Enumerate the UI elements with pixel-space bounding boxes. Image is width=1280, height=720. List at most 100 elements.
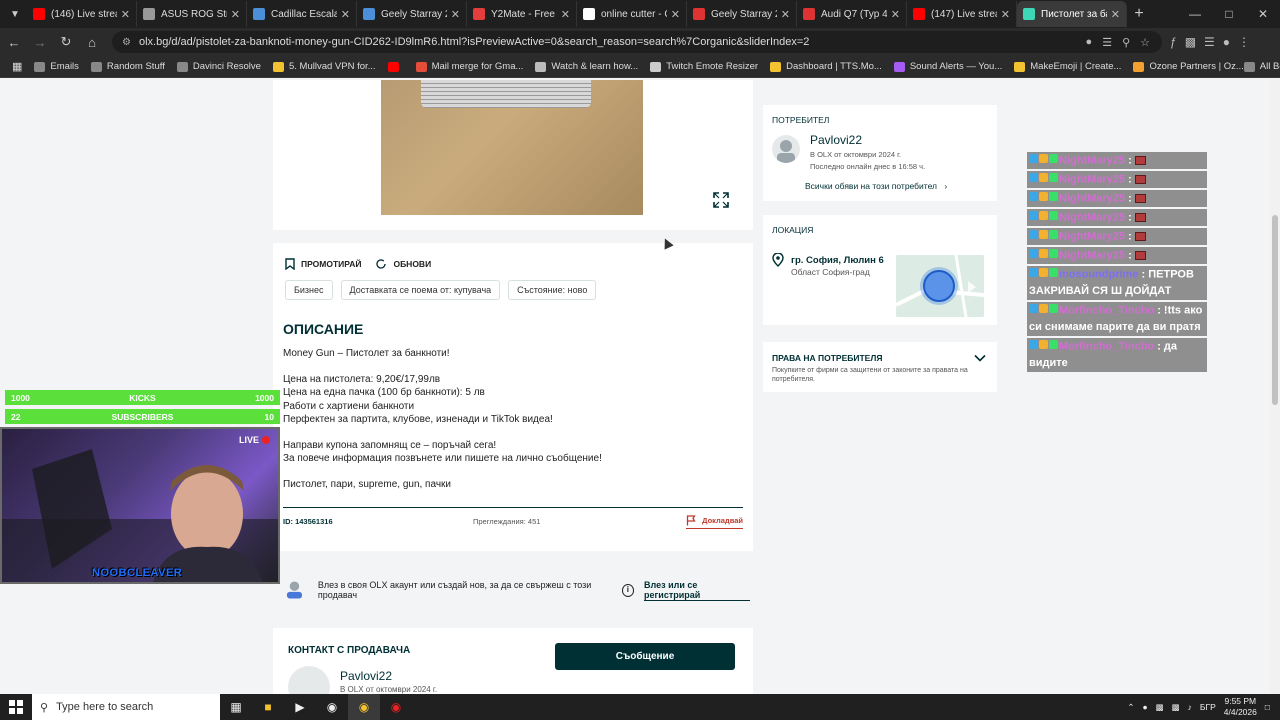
tab-close-icon[interactable]: ✕	[231, 8, 240, 21]
tag-pill[interactable]: Бизнес	[285, 280, 333, 300]
reload-button[interactable]: ↻	[54, 30, 78, 54]
map-thumbnail[interactable]	[896, 255, 984, 317]
close-window-button[interactable]: ✕	[1246, 0, 1280, 28]
tag-pill[interactable]: Състояние: ново	[508, 280, 597, 300]
bookmark-item[interactable]: Mail merge for Gma...	[415, 61, 523, 72]
browser-tab[interactable]: Audi Q7 (Typ 4M) ✕	[797, 1, 907, 27]
tab-close-icon[interactable]: ✕	[561, 8, 570, 21]
start-button[interactable]	[0, 694, 32, 720]
location-icon[interactable]: ●	[1086, 36, 1093, 49]
bookmark-item[interactable]: Ozone Partners | Oz...	[1133, 61, 1244, 72]
browser-tab[interactable]: (146) Live stream ✕	[27, 1, 137, 27]
tab-close-icon[interactable]: ✕	[341, 8, 350, 21]
extension-icon[interactable]: ƒ	[1170, 35, 1177, 49]
chat-username: NightMary25	[1059, 249, 1126, 262]
all-bookmarks[interactable]: All Bookmarks	[1243, 61, 1280, 72]
login-register-link[interactable]: Влез или се регистрирай	[644, 580, 750, 601]
contact-name[interactable]: Pavlovi22	[340, 669, 392, 683]
site-info-icon[interactable]: ⚙	[122, 37, 131, 48]
chat-username: mosoundprime	[1059, 268, 1139, 281]
bookmark-item[interactable]: Sound Alerts — You...	[893, 61, 1002, 72]
file-explorer-icon[interactable]: ■	[252, 694, 284, 720]
apps-icon[interactable]: ▦	[12, 60, 22, 73]
taskbar-search[interactable]: ⚲ Type here to search	[32, 694, 220, 720]
promote-button[interactable]: ПРОМОТИРАЙ	[285, 258, 361, 270]
browser-tab[interactable]: ASUS ROG Strix G ✕	[137, 1, 247, 27]
bookmark-item[interactable]: Davinci Resolve	[176, 61, 261, 72]
minimize-button[interactable]: —	[1178, 0, 1212, 28]
system-tray: ⌃ ● ▩ ▩ ♪ БГР 9:55 PM 4/4/2026 □	[1127, 696, 1280, 718]
bookmark-item[interactable]: Random Stuff	[90, 61, 165, 72]
volume-icon[interactable]: ♪	[1188, 702, 1192, 712]
task-view-icon[interactable]: ▦	[220, 694, 252, 720]
bookmark-item[interactable]: Dashboard | TTS.Mo...	[770, 61, 882, 72]
badge-icon	[1039, 173, 1048, 182]
page-scrollbar[interactable]	[1270, 80, 1280, 694]
reading-list-icon[interactable]: ☰	[1204, 35, 1215, 49]
browser-tab[interactable]: Geely Starray 2.0T ✕	[687, 1, 797, 27]
subs-right: 10	[264, 411, 274, 422]
zoom-icon[interactable]: ⚲	[1122, 36, 1130, 49]
url-field[interactable]: ⚙ olx.bg/d/ad/pistolet-za-banknoti-money…	[112, 31, 1162, 53]
tab-close-icon[interactable]: ✕	[1001, 8, 1010, 21]
home-button[interactable]: ⌂	[80, 30, 104, 54]
live-indicator: LIVE	[239, 435, 270, 445]
translate-icon[interactable]: ☰	[1102, 36, 1112, 49]
chat-username: NightMary25	[1059, 154, 1126, 167]
message-button[interactable]: Съобщение	[555, 643, 735, 670]
chrome-icon[interactable]: ◉	[348, 694, 380, 720]
description-title: ОПИСАНИЕ	[283, 321, 364, 337]
network-icon[interactable]: ▩	[1172, 702, 1180, 713]
webcam-overlay: LIVE NOOBCLEAVER	[0, 427, 280, 584]
display-icon[interactable]: ▩	[1156, 702, 1164, 713]
expand-icon[interactable]	[713, 192, 729, 208]
bookmark-item[interactable]: Emails	[34, 61, 79, 72]
tag-pill[interactable]: Доставката се поема от: купувача	[340, 280, 501, 300]
tab-close-icon[interactable]: ✕	[1111, 8, 1120, 21]
all-ads-link[interactable]: Всички обяви на този потребител ›	[805, 181, 947, 191]
tab-close-icon[interactable]: ✕	[671, 8, 680, 21]
microphone-icon[interactable]: ●	[1142, 702, 1147, 712]
bookmark-item[interactable]	[387, 61, 404, 72]
language-indicator[interactable]: БГР	[1200, 702, 1216, 712]
bookmark-item[interactable]: Watch & learn how...	[535, 61, 638, 72]
contact-card: КОНТАКТ С ПРОДАВАЧА Съобщение Pavlovi22 …	[273, 628, 753, 694]
tab-close-icon[interactable]: ✕	[451, 8, 460, 21]
report-link[interactable]: Докладвай	[686, 515, 743, 529]
clock[interactable]: 9:55 PM 4/4/2026	[1224, 696, 1257, 718]
maximize-button[interactable]: □	[1212, 0, 1246, 28]
refresh-button[interactable]: ОБНОВИ	[375, 258, 431, 270]
tab-close-icon[interactable]: ✕	[891, 8, 900, 21]
bookmark-item[interactable]: Twitch Emote Resizer	[650, 61, 758, 72]
streaming-app-icon[interactable]: ◉	[380, 694, 412, 720]
info-icon[interactable]: i	[621, 583, 635, 597]
capcut-icon[interactable]: ▶	[284, 694, 316, 720]
chevron-down-icon[interactable]	[974, 352, 986, 364]
obs-icon[interactable]: ◉	[316, 694, 348, 720]
seller-name[interactable]: Pavlovi22	[810, 133, 862, 147]
browser-tab[interactable]: online cutter - Go ✕	[577, 1, 687, 27]
listing-photo[interactable]	[381, 80, 643, 215]
chevron-up-icon[interactable]: ⌃	[1127, 702, 1134, 713]
tab-close-icon[interactable]: ✕	[781, 8, 790, 21]
menu-icon[interactable]: ⋮	[1238, 35, 1250, 49]
tab-search-button[interactable]: ▼	[3, 2, 27, 26]
new-tab-button[interactable]: +	[1127, 5, 1151, 23]
scrollbar-thumb[interactable]	[1272, 215, 1278, 405]
tab-close-icon[interactable]: ✕	[121, 8, 130, 21]
bookmark-item[interactable]: 5. Mullvad VPN for...	[272, 61, 376, 72]
address-bar-row: ← → ↻ ⌂ ⚙ olx.bg/d/ad/pistolet-za-bankno…	[0, 28, 1280, 56]
bookmark-star-icon[interactable]: ☆	[1140, 36, 1150, 49]
profile-avatar-icon[interactable]: ●	[1223, 35, 1230, 49]
browser-tab[interactable]: (147) Live stream ✕	[907, 1, 1017, 27]
extensions-puzzle-icon[interactable]: ▩	[1185, 35, 1196, 49]
browser-tab[interactable]: Cadillac Escalade ✕	[247, 1, 357, 27]
back-button[interactable]: ←	[2, 30, 26, 54]
consumer-rights-card[interactable]: Права на потребителя Покупките от фирми …	[763, 342, 997, 392]
notifications-icon[interactable]: □	[1265, 702, 1270, 712]
bookmark-item[interactable]: MakeEmoji | Create...	[1014, 61, 1121, 72]
forward-button[interactable]: →	[28, 30, 52, 54]
browser-tab[interactable]: Пистолет за банк ✕	[1017, 1, 1127, 27]
browser-tab[interactable]: Y2Mate - Free You ✕	[467, 1, 577, 27]
browser-tab[interactable]: Geely Starray 2.0T ✕	[357, 1, 467, 27]
